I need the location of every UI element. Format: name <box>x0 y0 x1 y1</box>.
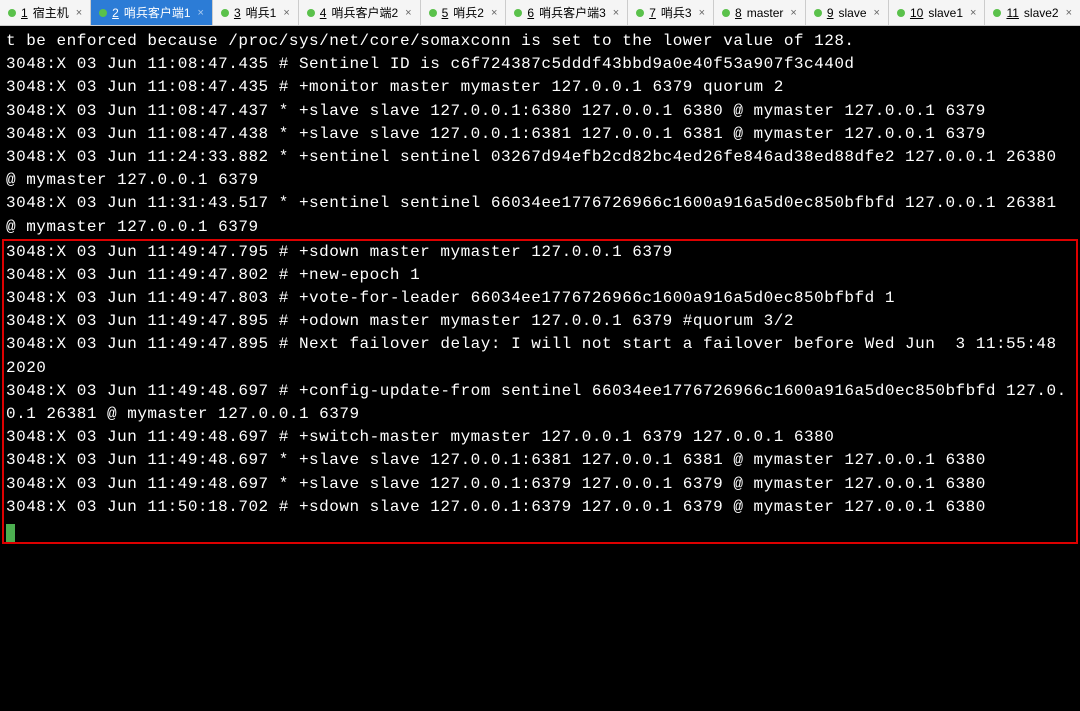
status-dot-icon <box>814 9 822 17</box>
log-highlight-text: 3048:X 03 Jun 11:49:47.795 # +sdown mast… <box>6 243 1067 516</box>
tab-number: 7 <box>649 6 656 20</box>
tab-11[interactable]: 11 slave2 × <box>985 0 1080 25</box>
tab-number: 4 <box>320 6 327 20</box>
tab-number: 8 <box>735 6 742 20</box>
status-dot-icon <box>221 9 229 17</box>
tab-9[interactable]: 9 slave × <box>806 0 889 25</box>
tab-4[interactable]: 4 哨兵客户端2 × <box>299 0 421 25</box>
tab-label: 哨兵客户端2 <box>331 4 398 21</box>
status-dot-icon <box>722 9 730 17</box>
tab-label: slave2 <box>1024 6 1059 20</box>
close-icon[interactable]: × <box>872 7 882 19</box>
status-dot-icon <box>514 9 522 17</box>
tab-number: 5 <box>442 6 449 20</box>
tab-label: 哨兵3 <box>661 4 692 21</box>
tab-label: 哨兵客户端1 <box>124 4 191 21</box>
tab-label: 宿主机 <box>33 4 69 21</box>
status-dot-icon <box>8 9 16 17</box>
status-dot-icon <box>993 9 1001 17</box>
close-icon[interactable]: × <box>1064 7 1074 19</box>
tab-label: slave1 <box>928 6 963 20</box>
close-icon[interactable]: × <box>281 7 291 19</box>
tab-number: 1 <box>21 6 28 20</box>
tab-label: slave <box>839 6 867 20</box>
tab-2[interactable]: 2 哨兵客户端1 × <box>91 0 213 25</box>
tab-number: 9 <box>827 6 834 20</box>
tab-bar: 1宿主机×2哨兵客户端1×3哨兵1×4哨兵客户端2×5哨兵2×6哨兵客户端3×7… <box>0 0 1080 26</box>
tab-label: master <box>747 6 784 20</box>
tab-number: 6 <box>527 6 534 20</box>
tab-1[interactable]: 1 宿主机 × <box>0 0 91 25</box>
tab-5[interactable]: 5 哨兵2 × <box>421 0 507 25</box>
close-icon[interactable]: × <box>788 7 798 19</box>
tab-number: 10 <box>910 6 923 20</box>
tab-label: 哨兵1 <box>246 4 277 21</box>
tab-label: 哨兵客户端3 <box>539 4 606 21</box>
log-block-highlighted: 3048:X 03 Jun 11:49:47.795 # +sdown mast… <box>2 239 1078 544</box>
close-icon[interactable]: × <box>196 7 206 19</box>
tab-10[interactable]: 10 slave1 × <box>889 0 985 25</box>
status-dot-icon <box>897 9 905 17</box>
status-dot-icon <box>429 9 437 17</box>
tab-number: 3 <box>234 6 241 20</box>
close-icon[interactable]: × <box>489 7 499 19</box>
log-block-top: t be enforced because /proc/sys/net/core… <box>6 32 1067 236</box>
status-dot-icon <box>307 9 315 17</box>
status-dot-icon <box>636 9 644 17</box>
terminal-output[interactable]: t be enforced because /proc/sys/net/core… <box>0 26 1080 711</box>
close-icon[interactable]: × <box>697 7 707 19</box>
terminal-cursor <box>6 524 15 542</box>
close-icon[interactable]: × <box>611 7 621 19</box>
tab-number: 2 <box>112 6 119 20</box>
close-icon[interactable]: × <box>74 7 84 19</box>
tab-6[interactable]: 6 哨兵客户端3 × <box>506 0 628 25</box>
close-icon[interactable]: × <box>403 7 413 19</box>
tab-number: 11 <box>1006 6 1018 20</box>
tab-3[interactable]: 3 哨兵1 × <box>213 0 299 25</box>
status-dot-icon <box>99 9 107 17</box>
close-icon[interactable]: × <box>968 7 978 19</box>
tab-8[interactable]: 8 master × <box>714 0 806 25</box>
tab-7[interactable]: 7 哨兵3 × <box>628 0 714 25</box>
tab-label: 哨兵2 <box>453 4 484 21</box>
